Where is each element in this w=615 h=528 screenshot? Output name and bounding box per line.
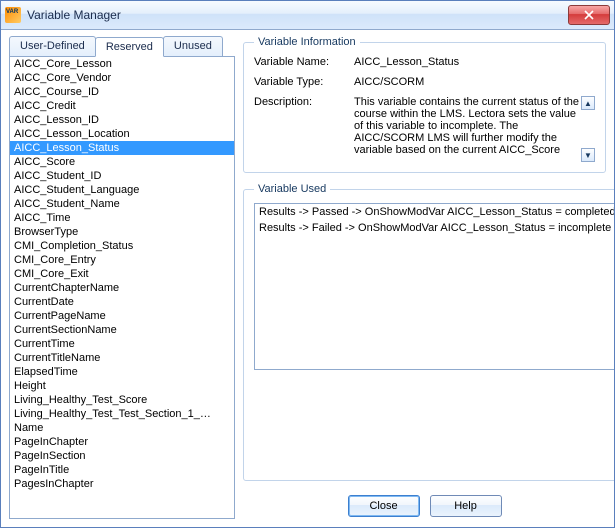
list-item[interactable]: AICC_Time	[10, 211, 234, 225]
list-item[interactable]: PageInTitle	[10, 463, 234, 477]
list-item[interactable]: CurrentDate	[10, 295, 234, 309]
description-value: This variable contains the current statu…	[354, 96, 595, 156]
tab-strip: User-Defined Reserved Unused	[9, 36, 235, 56]
list-item[interactable]: CMI_Core_Exit	[10, 267, 234, 281]
help-button[interactable]: Help	[430, 495, 502, 517]
variable-used-list[interactable]: Results -> Passed -> OnShowModVar AICC_L…	[254, 203, 614, 370]
list-item[interactable]: AICC_Credit	[10, 99, 234, 113]
close-icon	[584, 10, 594, 20]
description-scroll-up[interactable]: ▲	[581, 96, 595, 110]
variable-type-value: AICC/SCORM	[354, 76, 595, 88]
list-item[interactable]: AICC_Core_Vendor	[10, 71, 234, 85]
list-item[interactable]: CurrentSectionName	[10, 323, 234, 337]
variable-used-group: Variable Used Results -> Passed -> OnSho…	[243, 183, 614, 481]
app-icon	[5, 7, 21, 23]
list-item[interactable]: Living_Healthy_Test_Test_Section_1_…	[10, 407, 234, 421]
description-scroll-down[interactable]: ▼	[581, 148, 595, 162]
variable-list[interactable]: AICC_Core_LessonAICC_Core_VendorAICC_Cou…	[9, 56, 235, 519]
description-label: Description:	[254, 96, 354, 156]
variable-information-group: Variable Information Variable Name: AICC…	[243, 36, 606, 173]
tab-reserved[interactable]: Reserved	[95, 37, 164, 57]
list-item[interactable]: Height	[10, 379, 234, 393]
list-item[interactable]: CurrentPageName	[10, 309, 234, 323]
tab-user-defined[interactable]: User-Defined	[9, 36, 96, 56]
list-item[interactable]: AICC_Score	[10, 155, 234, 169]
dialog-body: User-Defined Reserved Unused AICC_Core_L…	[1, 30, 614, 527]
right-panel: Variable Information Variable Name: AICC…	[243, 36, 606, 519]
variable-name-value: AICC_Lesson_Status	[354, 56, 595, 68]
variable-type-label: Variable Type:	[254, 76, 354, 88]
dialog-footer: Close Help	[243, 491, 606, 519]
variable-used-row[interactable]: Results -> Failed -> OnShowModVar AICC_L…	[255, 220, 614, 236]
list-item[interactable]: AICC_Lesson_Location	[10, 127, 234, 141]
list-item[interactable]: Name	[10, 421, 234, 435]
list-item[interactable]: AICC_Course_ID	[10, 85, 234, 99]
list-item[interactable]: AICC_Student_Language	[10, 183, 234, 197]
list-item[interactable]: PageInChapter	[10, 435, 234, 449]
window-title: Variable Manager	[27, 8, 568, 22]
list-item[interactable]: AICC_Student_Name	[10, 197, 234, 211]
variable-used-legend: Variable Used	[254, 183, 330, 195]
close-button[interactable]: Close	[348, 495, 420, 517]
list-item[interactable]: BrowserType	[10, 225, 234, 239]
list-item[interactable]: AICC_Lesson_Status	[10, 141, 234, 155]
list-item[interactable]: CMI_Core_Entry	[10, 253, 234, 267]
list-item[interactable]: ElapsedTime	[10, 365, 234, 379]
list-item[interactable]: AICC_Core_Lesson	[10, 57, 234, 71]
list-item[interactable]: CurrentTitleName	[10, 351, 234, 365]
left-panel: User-Defined Reserved Unused AICC_Core_L…	[9, 36, 235, 519]
list-item[interactable]: CurrentTime	[10, 337, 234, 351]
description-scroll-buttons: ▲ ▼	[581, 96, 595, 162]
window-close-button[interactable]	[568, 5, 610, 25]
list-item[interactable]: AICC_Student_ID	[10, 169, 234, 183]
list-item[interactable]: Living_Healthy_Test_Score	[10, 393, 234, 407]
titlebar: Variable Manager	[1, 1, 614, 30]
list-item[interactable]: PagesInChapter	[10, 477, 234, 491]
list-item[interactable]: PageInSection	[10, 449, 234, 463]
variable-information-legend: Variable Information	[254, 36, 360, 48]
list-item[interactable]: CurrentChapterName	[10, 281, 234, 295]
description-text: This variable contains the current statu…	[354, 96, 579, 156]
list-item[interactable]: AICC_Lesson_ID	[10, 113, 234, 127]
variable-used-row[interactable]: Results -> Passed -> OnShowModVar AICC_L…	[255, 204, 614, 220]
variable-manager-window: Variable Manager User-Defined Reserved U…	[0, 0, 615, 528]
variable-name-label: Variable Name:	[254, 56, 354, 68]
list-item[interactable]: CMI_Completion_Status	[10, 239, 234, 253]
tab-unused[interactable]: Unused	[163, 36, 223, 56]
